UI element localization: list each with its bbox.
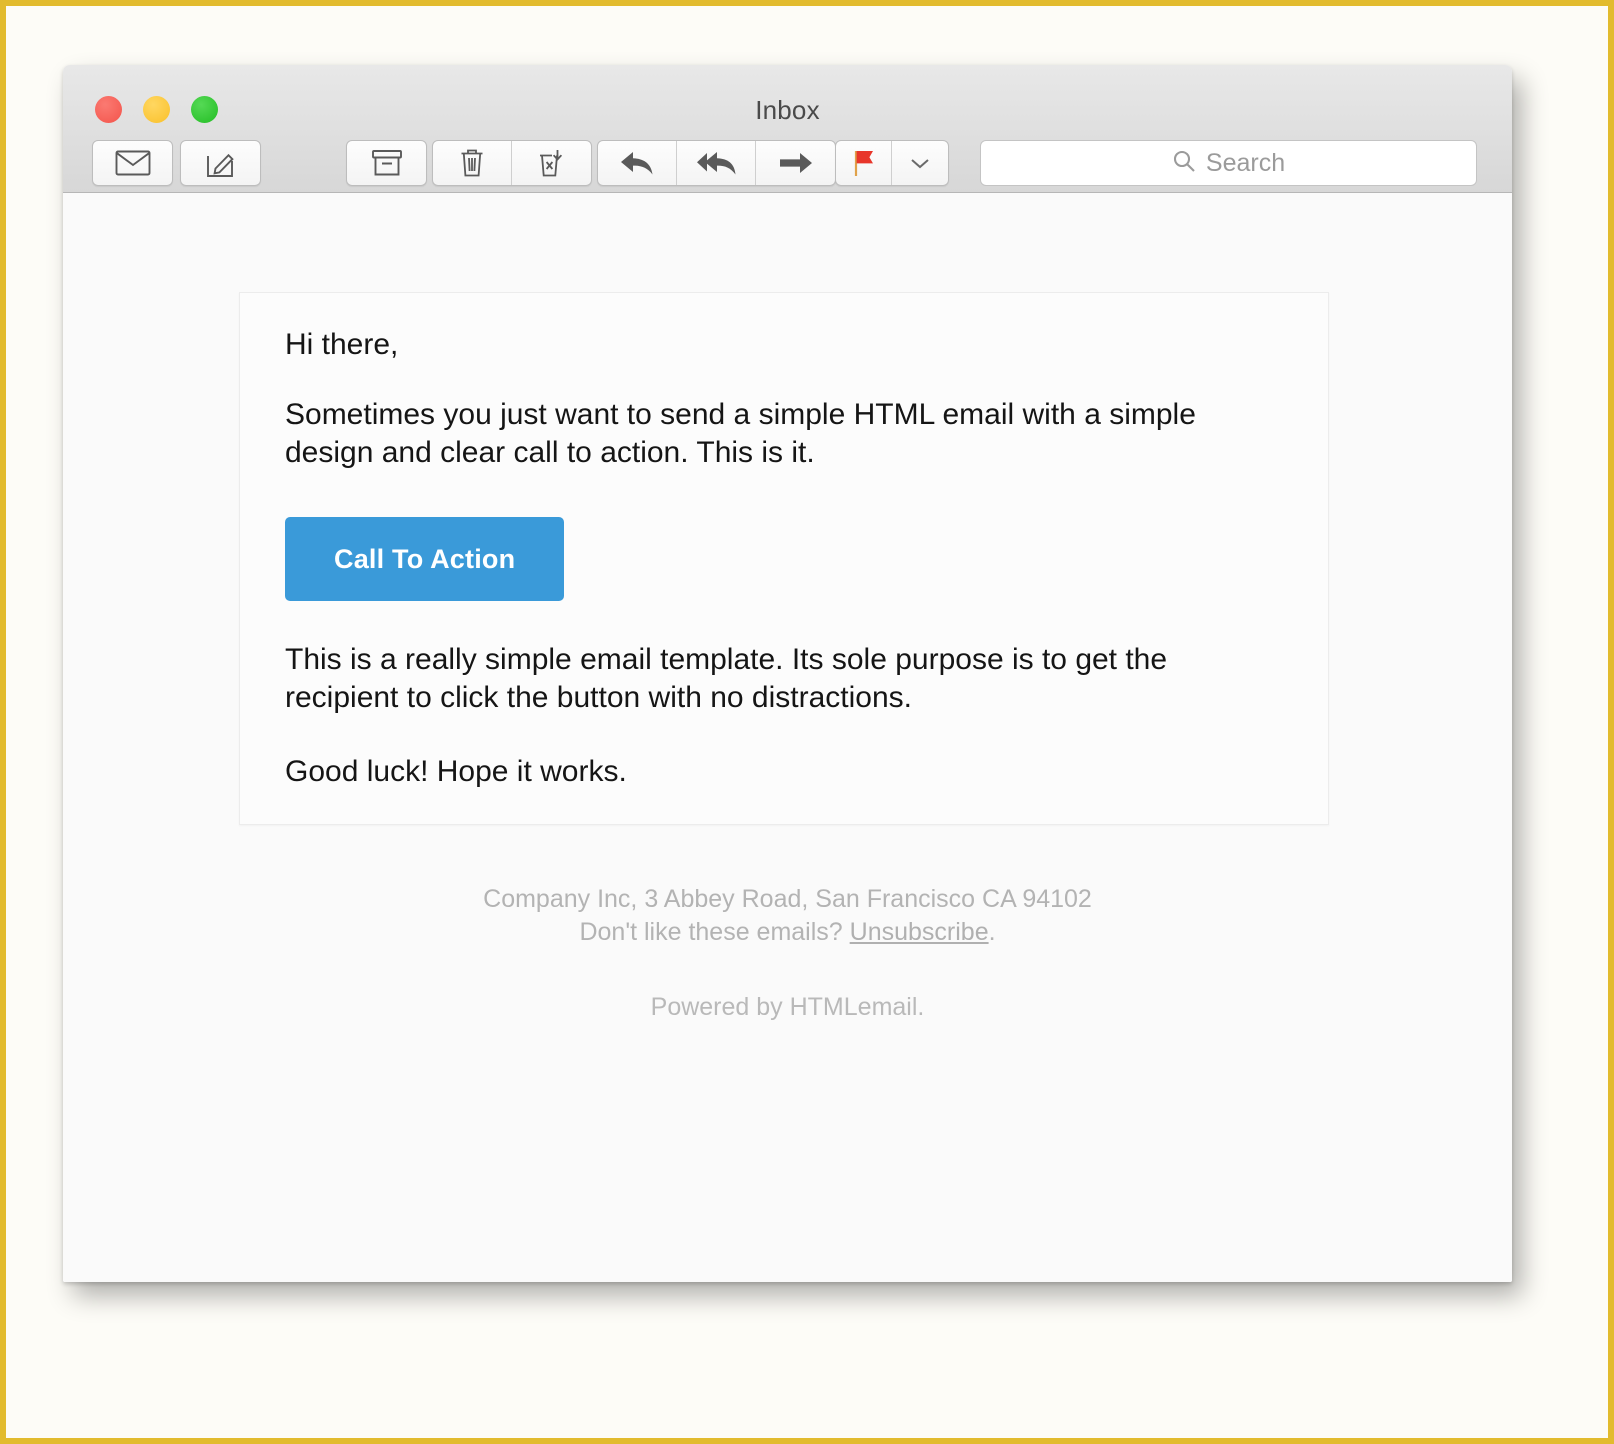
archive-button[interactable] bbox=[347, 141, 426, 185]
email-paragraph-2: This is a really simple email template. … bbox=[285, 643, 1168, 715]
email-card: Hi there, Sometimes you just want to sen… bbox=[239, 292, 1329, 825]
window-title: Inbox bbox=[755, 95, 820, 125]
email-greeting: Hi there, bbox=[285, 328, 399, 361]
mail-toolbar: Search bbox=[63, 137, 1512, 189]
archive-group bbox=[346, 140, 427, 186]
email-paragraph-1: Sometimes you just want to send a simple… bbox=[285, 397, 1196, 469]
flag-button[interactable] bbox=[836, 141, 892, 185]
envelope-icon bbox=[115, 150, 151, 176]
compose-button[interactable] bbox=[181, 141, 260, 185]
footer-unsubscribe-line: Don't like these emails? Unsubscribe. bbox=[63, 916, 1512, 949]
call-to-action-button[interactable]: Call To Action bbox=[285, 517, 565, 602]
flag-group bbox=[835, 140, 949, 186]
reply-group bbox=[597, 140, 836, 186]
get-mail-group bbox=[92, 140, 173, 186]
unsubscribe-prefix-text: Don't like these emails? bbox=[579, 917, 850, 946]
forward-button[interactable] bbox=[756, 141, 835, 185]
get-mail-button[interactable] bbox=[93, 141, 172, 185]
junk-mail-icon bbox=[537, 148, 567, 178]
search-field[interactable]: Search bbox=[980, 140, 1477, 186]
unsubscribe-suffix-text: . bbox=[988, 917, 996, 946]
mail-window: Inbox Search Hi there, Sometimes you jus… bbox=[63, 65, 1512, 1282]
compose-group bbox=[180, 140, 261, 186]
message-view: Hi there, Sometimes you just want to sen… bbox=[63, 193, 1512, 1282]
trash-icon bbox=[459, 148, 485, 178]
desktop-background: Inbox Search Hi there, Sometimes you jus… bbox=[6, 6, 1608, 1438]
flag-menu-button[interactable] bbox=[892, 141, 948, 185]
email-paragraph-3: Good luck! Hope it works. bbox=[285, 755, 627, 788]
reply-arrow-icon bbox=[619, 149, 655, 177]
email-body: Hi there, Sometimes you just want to sen… bbox=[240, 293, 1328, 824]
chevron-down-icon bbox=[909, 156, 931, 170]
archive-box-icon bbox=[371, 149, 403, 177]
reply-button[interactable] bbox=[598, 141, 677, 185]
search-icon bbox=[1172, 149, 1196, 178]
reply-all-button[interactable] bbox=[677, 141, 756, 185]
footer-address: Company Inc, 3 Abbey Road, San Francisco… bbox=[483, 885, 1092, 913]
reply-all-arrow-icon bbox=[696, 149, 736, 177]
unsubscribe-link[interactable]: Unsubscribe bbox=[850, 918, 989, 946]
search-placeholder-text: Search bbox=[1205, 148, 1286, 177]
email-footer: Company Inc, 3 Abbey Road, San Francisco… bbox=[63, 883, 1512, 1024]
red-flag-icon bbox=[851, 148, 877, 178]
junk-button[interactable] bbox=[512, 141, 591, 185]
delete-junk-group bbox=[432, 140, 592, 186]
forward-arrow-icon bbox=[778, 151, 814, 175]
compose-icon bbox=[206, 148, 236, 178]
powered-by-text: Powered by HTMLemail. bbox=[650, 993, 925, 1021]
window-titlebar: Inbox Search bbox=[63, 65, 1512, 193]
delete-button[interactable] bbox=[433, 141, 512, 185]
